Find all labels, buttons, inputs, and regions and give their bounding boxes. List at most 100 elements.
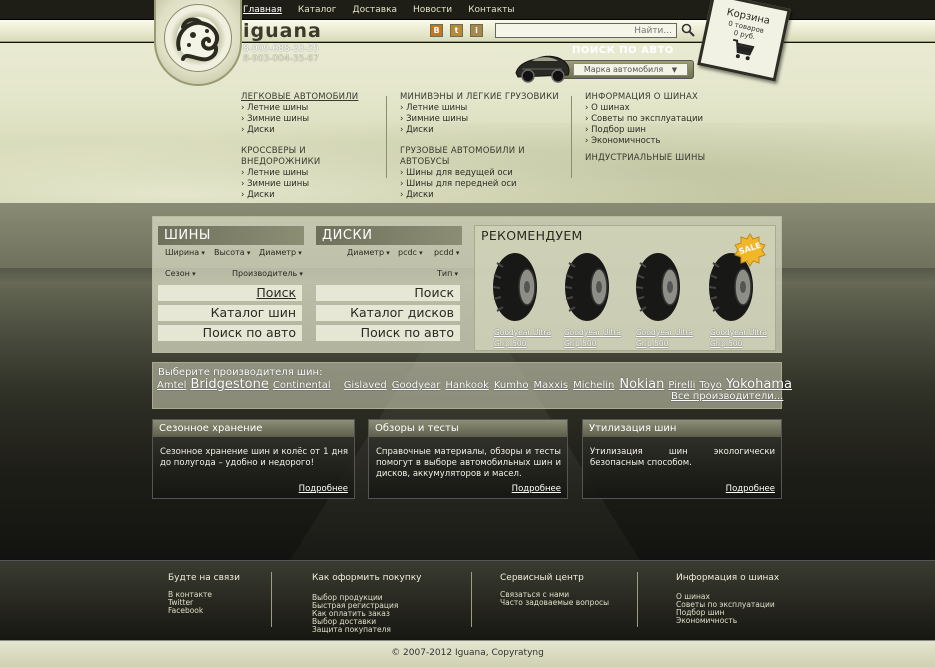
menu-item[interactable]: Шины для ведущей оси (400, 168, 570, 179)
menu-item[interactable]: Летние шины (241, 168, 381, 179)
info-box-reviews: Обзоры и тесты Справочные материалы, обз… (368, 419, 568, 499)
diameter-select[interactable]: Диаметр (259, 248, 302, 257)
car-search-title: ПОИСК ПО АВТО (572, 45, 674, 56)
twitter-icon[interactable]: t (450, 24, 463, 37)
brand-link[interactable]: Goodyear (392, 380, 441, 391)
nav-catalog[interactable]: Каталог (298, 0, 344, 20)
footer-col-social: Будте на связи В контакте Twitter Facebo… (168, 573, 240, 615)
footer-col-service: Сервисный центр Связаться с нами Часто з… (500, 573, 609, 607)
nav-news[interactable]: Новости (413, 0, 459, 20)
info-box-title[interactable]: Обзоры и тесты (369, 420, 567, 437)
product-caption[interactable]: Goodyear Ultra Grip 500 (564, 327, 621, 349)
search-icon[interactable] (681, 23, 695, 37)
copyright: © 2007-2012 Iguana, Copyratyng (391, 648, 544, 658)
tire-image[interactable] (489, 251, 541, 323)
brands-list: Amtel Bridgestone Continental Gislaved Goody… (157, 377, 792, 392)
menu-item[interactable]: Подбор шин (585, 125, 735, 136)
logo-text[interactable]: iguana (243, 20, 322, 42)
info-box-text: Справочные материалы, обзоры и тесты пом… (376, 447, 561, 479)
info-icon[interactable]: i (470, 24, 483, 37)
brand-link[interactable]: Gislaved (344, 380, 387, 391)
menu-item[interactable]: Диски (400, 125, 570, 136)
width-select[interactable]: Ширина (165, 248, 205, 257)
menu-item[interactable]: Летние шины (241, 103, 381, 114)
info-box-storage: Сезонное хранение Сезонное хранение шин … (152, 419, 355, 499)
disk-diameter-select[interactable]: Диаметр (347, 248, 390, 257)
car-brand-select[interactable]: Марка автомобиля ▼ (573, 63, 688, 76)
brand-link[interactable]: Continental (273, 380, 331, 391)
season-select[interactable]: Сезон (165, 269, 196, 278)
tire-image[interactable] (561, 251, 613, 323)
info-box-title[interactable]: Сезонное хранение (153, 420, 354, 437)
disks-search-button[interactable]: Поиск (316, 285, 460, 301)
brand-link[interactable]: Kumho (494, 380, 529, 391)
height-select[interactable]: Высота (214, 248, 250, 257)
footer-col-title: Как оформить покупку (312, 573, 422, 583)
menu-item[interactable]: Диски (241, 125, 381, 136)
menu-suv-title[interactable]: КРОССВЕРЫ И ВНЕДОРОЖНИКИ (241, 146, 381, 168)
footer-col-info: Информация о шинах О шинах Советы по экс… (676, 573, 779, 625)
tires-catalog-button[interactable]: Каталог шин (158, 305, 302, 321)
menu-item[interactable]: Летние шины (400, 103, 570, 114)
more-link[interactable]: Подробнее (299, 484, 348, 494)
menu-minivan-title[interactable]: МИНИВЭНЫ И ЛЕГКИЕ ГРУЗОВИКИ (400, 92, 570, 103)
footer-link[interactable]: Экономичность (676, 617, 779, 625)
more-link[interactable]: Подробнее (726, 484, 775, 494)
all-brands-link[interactable]: Все производители... (671, 391, 783, 402)
disks-catalog-button[interactable]: Каталог дисков (316, 305, 460, 321)
brand-link[interactable]: Maxxis (533, 380, 568, 391)
product-model: Grip 500 (564, 339, 597, 348)
footer-link[interactable]: Facebook (168, 607, 240, 615)
type-select[interactable]: Тип (437, 269, 458, 278)
disks-car-search-button[interactable]: Поиск по авто (316, 325, 460, 341)
menu-divider (571, 96, 572, 178)
nav-delivery[interactable]: Доставка (353, 0, 405, 20)
tires-car-search-button[interactable]: Поиск по авто (158, 325, 302, 341)
footer-divider (471, 572, 472, 627)
menu-item[interactable]: О шинах (585, 103, 735, 114)
nav-contacts[interactable]: Контакты (468, 0, 521, 20)
tires-search-button[interactable]: Поиск (158, 285, 302, 301)
menu-cars-title[interactable]: ЛЕГКОВЫЕ АВТОМОБИЛИ (241, 92, 381, 103)
brand-link[interactable]: Amtel (157, 380, 186, 391)
brand-link[interactable]: Hankook (445, 380, 488, 391)
nav-home[interactable]: Главная (243, 0, 289, 20)
menu-item[interactable]: Шины для передней оси (400, 179, 570, 190)
product-name: Goodyear Ultra (564, 328, 622, 337)
brand-link[interactable]: Yokohama (726, 377, 792, 392)
product-caption[interactable]: Goodyear Ultra Grip 500 (710, 327, 767, 349)
footer-divider (637, 572, 638, 627)
chevron-down-icon: ▼ (671, 66, 678, 74)
menu-info-title[interactable]: ИНФОРМАЦИЯ О ШИНАХ (585, 92, 735, 103)
footer-col-title: Сервисный центр (500, 573, 584, 583)
brand-link[interactable]: Michelin (573, 380, 614, 391)
pcdd-select[interactable]: pcdd (434, 248, 459, 257)
menu-item[interactable]: Зимние шины (241, 114, 381, 125)
brand-link[interactable]: Pirelli (668, 380, 695, 391)
brand-link[interactable]: Nokian (619, 377, 664, 392)
footer-link[interactable]: Часто задоваемые вопросы (500, 599, 609, 607)
product-caption[interactable]: Goodyear Ultra Grip 500 (494, 327, 551, 349)
product-caption[interactable]: Goodyear Ultra Grip 500 (636, 327, 693, 349)
menu-industrial-title[interactable]: ИНДУСТРИАЛЬНЫЕ ШИНЫ (585, 153, 735, 164)
menu-item[interactable]: Экономичность (585, 136, 735, 147)
brand-link[interactable]: Bridgestone (190, 377, 268, 392)
footer-link[interactable]: Защита покупателя (312, 626, 421, 634)
search-input[interactable] (495, 23, 677, 38)
brand-link[interactable]: Toyo (699, 380, 722, 391)
info-box-recycling: Утилизация шин Утилизация шин экологичес… (582, 419, 782, 499)
tire-image[interactable] (632, 251, 684, 323)
phone-1: 8-909-688-33-55 (243, 44, 319, 54)
menu-trucks-title[interactable]: ГРУЗОВЫЕ АВТОМОБИЛИ И АВТОБУСЫ (400, 146, 570, 168)
menu-item[interactable]: Диски (241, 190, 381, 201)
product-name: Goodyear Ultra (636, 328, 694, 337)
menu-item[interactable]: Диски (400, 190, 570, 201)
menu-item[interactable]: Зимние шины (400, 114, 570, 125)
menu-item[interactable]: Советы по эксплуатации (585, 114, 735, 125)
pcdc-select[interactable]: pcdc (398, 248, 423, 257)
menu-item[interactable]: Зимние шины (241, 179, 381, 190)
more-link[interactable]: Подробнее (512, 484, 561, 494)
info-box-title[interactable]: Утилизация шин (583, 420, 781, 437)
manufacturer-select[interactable]: Производитель (232, 269, 303, 278)
blog-icon[interactable]: B (430, 24, 443, 37)
